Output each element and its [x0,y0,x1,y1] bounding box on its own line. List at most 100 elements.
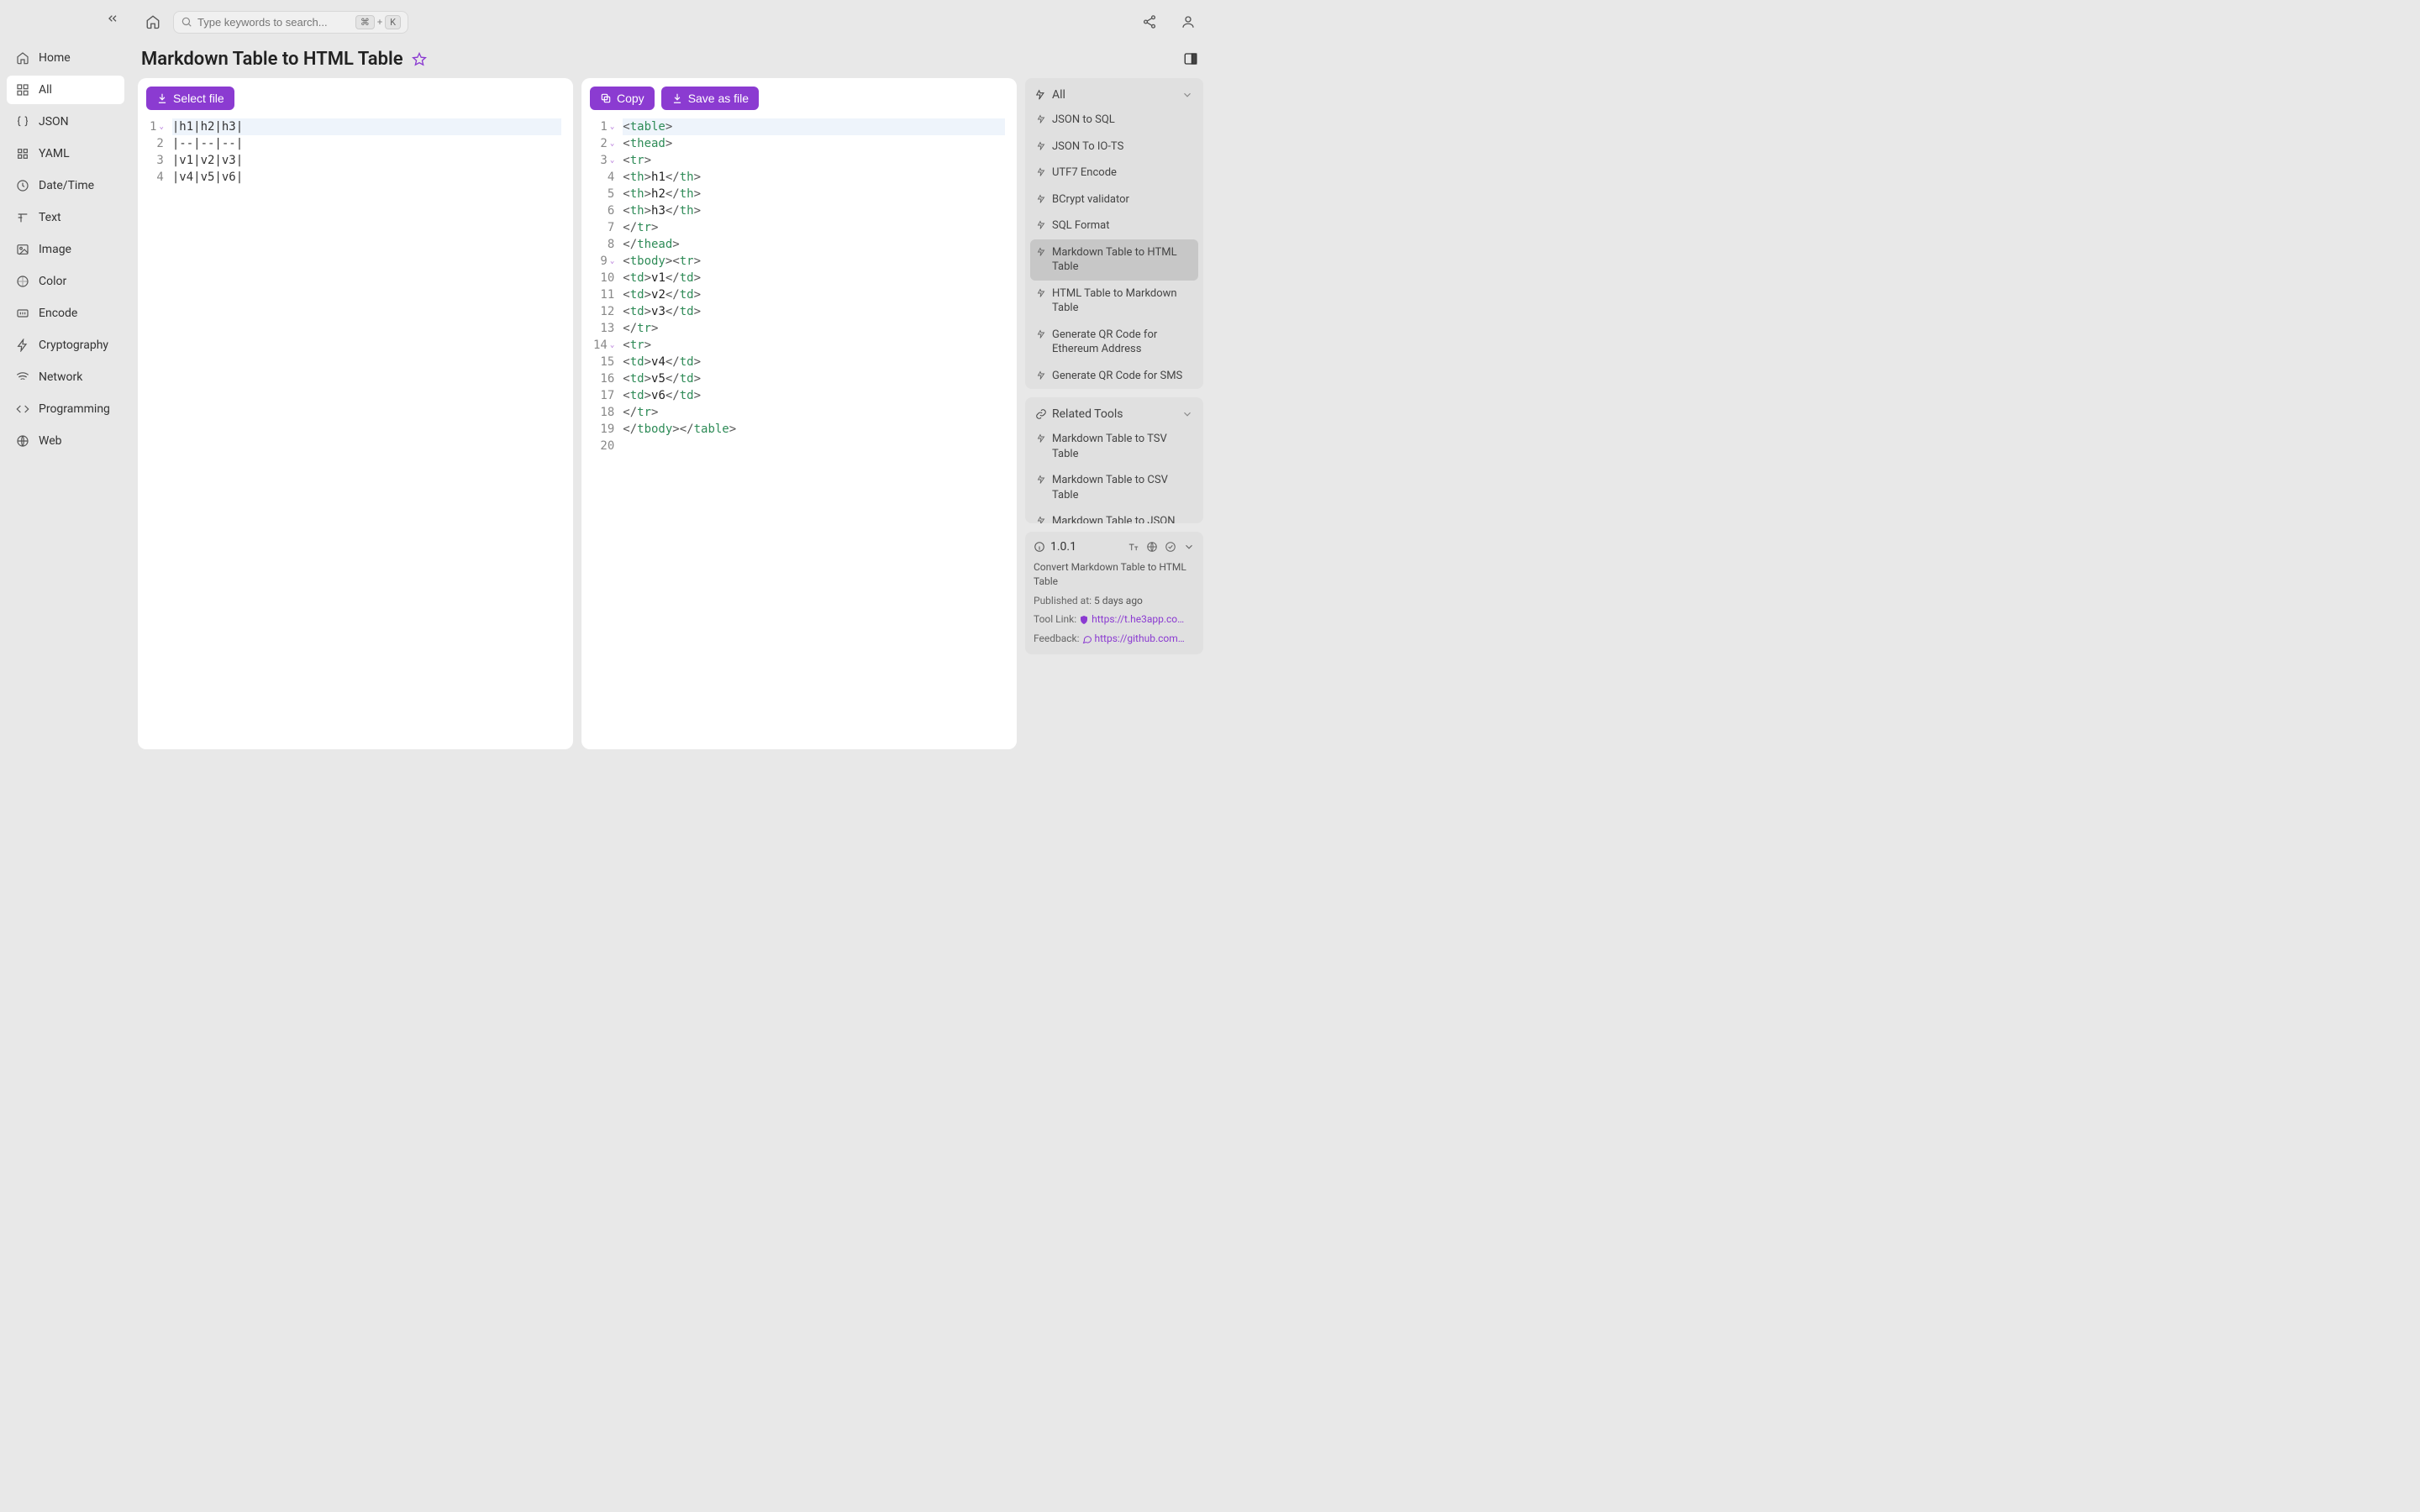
sidebar-item-label: Image [39,243,71,256]
tool-item-label: Markdown Table to HTML Table [1052,245,1192,275]
search-box[interactable]: ⌘ + K [173,11,408,34]
sidebar-item-network[interactable]: Network [7,363,124,391]
image-icon [15,242,30,257]
bolt-icon [1037,516,1047,523]
output-code-editor[interactable]: 1⌄2⌄3⌄456789⌄1011121314⌄151617181920 <ta… [590,117,1008,741]
braces-icon [15,114,30,129]
info-icon [1034,541,1045,553]
left-sidebar: Home All JSON YAML Date/Time Text Image Color En… [0,0,131,756]
related-tool-label: Markdown Table to CSV Table [1052,473,1192,502]
tool-item-label: Generate QR Code for SMS [1052,369,1192,384]
globe-icon[interactable] [1146,541,1158,553]
tool-item-label: UTF7 Encode [1052,165,1192,181]
search-icon [181,16,192,28]
copy-button[interactable]: Copy [590,87,655,110]
favorite-button[interactable] [412,52,427,67]
sidebar-item-all[interactable]: All [7,76,124,104]
all-tools-header[interactable]: All [1030,83,1198,107]
related-tool-item[interactable]: Markdown Table to CSV Table [1030,467,1198,508]
version-text: 1.0.1 [1050,540,1076,554]
collapse-sidebar-button[interactable] [106,12,119,25]
bolt-icon [1037,167,1047,177]
sidebar-item-label: Web [39,434,62,448]
related-tool-item[interactable]: Markdown Table to JSON Table [1030,508,1198,523]
tool-item[interactable]: JSON To IO-TS [1030,134,1198,160]
sidebar-item-label: YAML [39,147,70,160]
tool-item[interactable]: Generate QR Code for SMS [1030,363,1198,389]
share-button[interactable] [1138,10,1161,34]
sidebar-item-label: Home [39,51,71,65]
related-tool-item[interactable]: Markdown Table to TSV Table [1030,426,1198,467]
chevron-down-icon[interactable] [1183,541,1195,553]
clock-icon [15,178,30,193]
sidebar-item-programming[interactable]: Programming [7,395,124,423]
save-as-file-button[interactable]: Save as file [661,87,759,110]
tool-item[interactable]: UTF7 Encode [1030,160,1198,186]
tool-item[interactable]: HTML Table to Markdown Table [1030,281,1198,322]
tool-item[interactable]: JSON to SQL [1030,107,1198,134]
tool-item-label: Generate QR Code for Ethereum Address [1052,328,1192,357]
page-title: Markdown Table to HTML Table [141,49,403,70]
sidebar-item-label: Date/Time [39,179,94,192]
sidebar-item-image[interactable]: Image [7,235,124,264]
link-icon [1035,408,1047,420]
related-tool-label: Markdown Table to TSV Table [1052,432,1192,461]
tool-item[interactable]: BCrypt validator [1030,186,1198,213]
feedback-link[interactable]: https://github.com/… [1095,632,1189,646]
main-area: ⌘ + K Markdown Table to HTML Table [131,0,1210,756]
tool-description: Convert Markdown Table to HTML Table [1034,560,1195,589]
sidebar-item-label: JSON [39,115,69,129]
user-button[interactable] [1176,10,1200,34]
encode-icon [15,306,30,321]
sidebar-item-encode[interactable]: Encode [7,299,124,328]
home-button[interactable] [141,10,165,34]
feedback-line: Feedback: https://github.com/… [1034,632,1195,646]
search-shortcut: ⌘ + K [355,15,401,29]
code-icon [15,402,30,417]
bolt-icon [1037,288,1047,298]
sidebar-item-cryptography[interactable]: Cryptography [7,331,124,360]
chevron-down-icon [1181,408,1193,420]
sidebar-item-yaml[interactable]: YAML [7,139,124,168]
select-file-button[interactable]: Select file [146,87,234,110]
panel-toggle-button[interactable] [1183,51,1200,68]
published-line: Published at: 5 days ago [1034,594,1195,608]
tool-item[interactable]: Generate QR Code for Ethereum Address [1030,322,1198,363]
globe-icon [15,433,30,449]
tool-info-card: 1.0.1 Convert Markdown Table to HTML Tab… [1025,532,1203,654]
text-size-icon[interactable] [1128,541,1139,553]
tool-link[interactable]: https://t.he3app.co… [1092,612,1184,627]
tool-item[interactable]: SQL Format [1030,213,1198,239]
input-code-editor[interactable]: 1⌄234 |h1|h2|h3||--|--|--||v1|v2|v3||v4|… [146,117,565,741]
tool-item[interactable]: Markdown Table to HTML Table [1030,239,1198,281]
sidebar-item-label: Text [39,211,61,224]
sidebar-item-color[interactable]: Color [7,267,124,296]
tool-item-label: BCrypt validator [1052,192,1192,207]
search-input[interactable] [197,16,355,29]
text-icon [15,210,30,225]
content-row: Select file 1⌄234 |h1|h2|h3||--|--|--||v… [138,78,1203,749]
sidebar-item-date-time[interactable]: Date/Time [7,171,124,200]
sidebar-item-text[interactable]: Text [7,203,124,232]
right-sidebar: All JSON to SQL JSON To IO-TS UTF7 Encode B… [1025,78,1203,749]
bolt-icon [1037,141,1047,151]
bolt-icon [1037,220,1047,230]
top-bar: ⌘ + K [138,7,1203,37]
tool-link-line: Tool Link: https://t.he3app.co… [1034,612,1195,627]
chat-icon [1082,634,1092,644]
bolt-icon [1037,247,1047,257]
tool-item-label: JSON To IO-TS [1052,139,1192,155]
bolt-icon [1037,433,1047,444]
sidebar-item-json[interactable]: JSON [7,108,124,136]
sidebar-item-label: Encode [39,307,77,320]
title-bar: Markdown Table to HTML Table [138,37,1203,78]
check-icon[interactable] [1165,541,1176,553]
tool-item-label: SQL Format [1052,218,1192,234]
palette-icon [15,274,30,289]
related-tools-header[interactable]: Related Tools [1030,402,1198,426]
sidebar-item-home[interactable]: Home [7,44,124,72]
sidebar-item-label: Programming [39,402,110,416]
tools-icon [1035,89,1047,101]
related-tool-label: Markdown Table to JSON Table [1052,514,1192,523]
sidebar-item-web[interactable]: Web [7,427,124,455]
